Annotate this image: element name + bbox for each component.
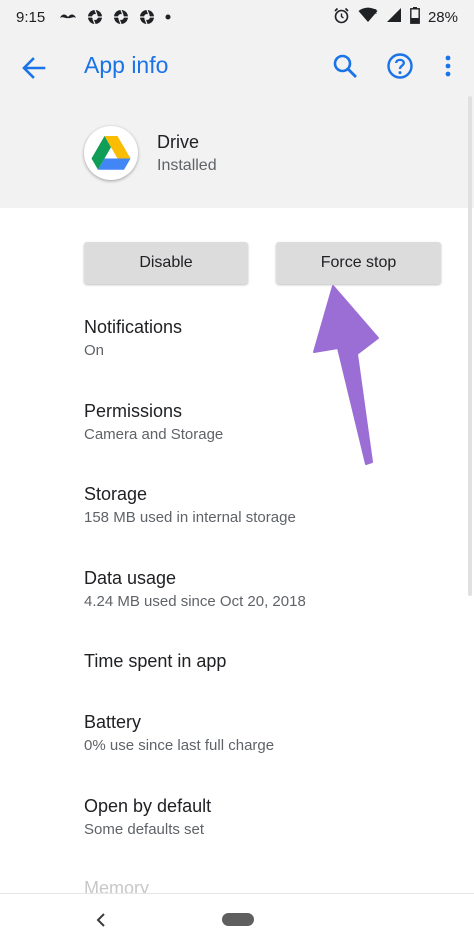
item-title: Open by default (84, 796, 212, 816)
settings-item-open-by-default[interactable]: Open by default Some defaults set (84, 795, 211, 840)
settings-item-data-usage[interactable]: Data usage 4.24 MB used since Oct 20, 20… (84, 567, 306, 612)
page-title: App info (84, 52, 169, 78)
item-subtitle: 0% use since last full charge (84, 737, 275, 754)
mustache-icon (59, 12, 77, 22)
battery-icon (410, 6, 420, 28)
app-name: Drive (157, 132, 200, 152)
item-subtitle: Some defaults set (84, 821, 205, 838)
app-status: Installed (157, 157, 217, 174)
item-title: Data usage (84, 568, 177, 588)
settings-item-battery[interactable]: Battery 0% use since last full charge (84, 711, 274, 756)
shutter-icon (113, 9, 129, 25)
app-header: Drive Installed (0, 100, 474, 208)
annotation-arrow (313, 285, 379, 465)
signal-icon (386, 7, 402, 27)
app-bar: App info (0, 34, 474, 100)
nav-home-pill[interactable] (222, 913, 254, 926)
item-subtitle: Camera and Storage (84, 426, 224, 443)
item-title: Notifications (84, 317, 183, 337)
status-time: 9:15 (16, 8, 46, 26)
navigation-bar (0, 893, 474, 947)
status-bar: 9:15 R 28% (0, 0, 474, 34)
google-drive-icon (84, 126, 138, 180)
nav-back-icon[interactable] (93, 910, 109, 930)
more-vert-icon[interactable] (438, 52, 458, 80)
item-subtitle: 4.24 MB used since Oct 20, 2018 (84, 593, 306, 610)
scrollbar[interactable] (468, 96, 472, 596)
item-subtitle: On (84, 342, 105, 359)
alarm-icon (333, 7, 350, 28)
search-icon[interactable] (331, 52, 359, 80)
help-icon[interactable] (386, 52, 414, 80)
battery-percent: 28% (427, 8, 458, 26)
shutter-icon (87, 9, 103, 25)
settings-item-time-spent[interactable]: Time spent in app (84, 650, 226, 672)
settings-item-storage[interactable]: Storage 158 MB used in internal storage (84, 483, 296, 528)
item-title: Time spent in app (84, 651, 227, 671)
settings-item-notifications[interactable]: Notifications On (84, 316, 182, 361)
dot-icon (165, 14, 171, 20)
svg-text:R: R (372, 9, 377, 16)
item-title: Battery (84, 712, 142, 732)
wifi-icon: R (358, 7, 378, 27)
back-arrow-icon[interactable] (20, 54, 48, 82)
item-title: Permissions (84, 401, 183, 421)
item-title: Storage (84, 484, 148, 504)
force-stop-button[interactable]: Force stop (276, 242, 441, 284)
shutter-icon (139, 9, 155, 25)
settings-item-permissions[interactable]: Permissions Camera and Storage (84, 400, 223, 445)
disable-button[interactable]: Disable (84, 242, 248, 284)
item-subtitle: 158 MB used in internal storage (84, 509, 296, 526)
